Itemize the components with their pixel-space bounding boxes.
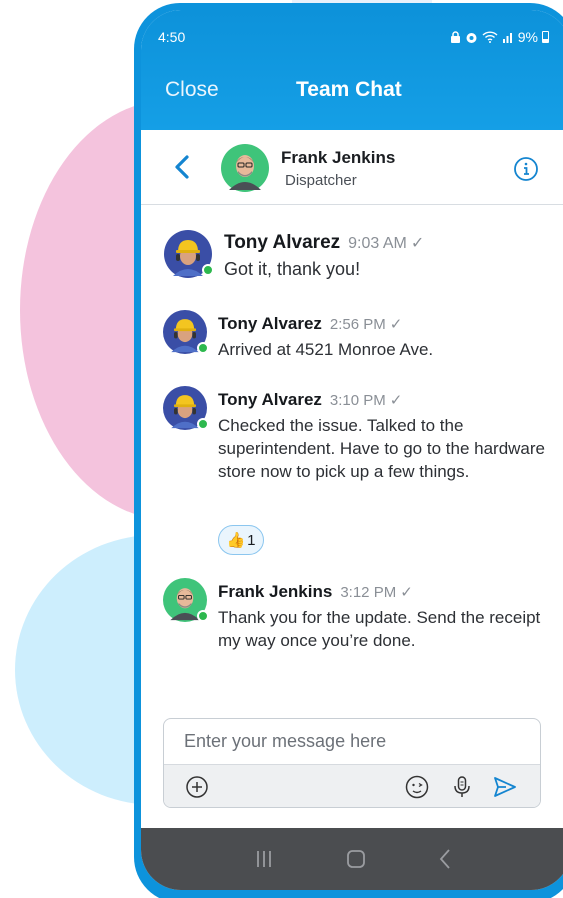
battery-percent: 9% bbox=[517, 29, 538, 45]
message-sender: Frank Jenkins bbox=[218, 582, 333, 601]
message-text: Checked the issue. Talked to the superin… bbox=[218, 416, 545, 481]
online-status-dot bbox=[197, 418, 209, 430]
thumbs-up-icon: 👍 bbox=[226, 532, 246, 549]
checkmark-icon: ✓ bbox=[389, 316, 403, 333]
alarm-icon bbox=[466, 32, 477, 43]
message-header: Tony Alvarez 3:10 PM ✓ bbox=[218, 390, 402, 410]
message-header: Tony Alvarez 2:56 PM ✓ bbox=[218, 314, 402, 334]
contact-bar: Frank Jenkins Dispatcher bbox=[141, 130, 563, 205]
message-time: 9:03 AM bbox=[348, 235, 407, 252]
battery-icon bbox=[542, 31, 549, 43]
app-header: 4:50 9% Close Team Chat bbox=[141, 10, 563, 130]
contact-name: Frank Jenkins bbox=[281, 148, 396, 167]
message-input[interactable] bbox=[164, 719, 540, 764]
message-header: Frank Jenkins 3:12 PM ✓ bbox=[218, 582, 413, 602]
system-navigation-bar bbox=[141, 828, 563, 890]
signal-icon bbox=[502, 33, 512, 43]
chevron-left-icon[interactable] bbox=[171, 152, 193, 182]
contact-avatar[interactable] bbox=[221, 144, 269, 192]
contact-role: Dispatcher bbox=[285, 172, 357, 189]
status-bar: 4:50 9% bbox=[158, 29, 549, 49]
status-time: 4:50 bbox=[158, 29, 186, 45]
message-sender: Tony Alvarez bbox=[218, 390, 322, 409]
composer-toolbar bbox=[164, 764, 540, 807]
reaction-badge[interactable]: 👍 1 bbox=[218, 525, 264, 555]
microphone-icon[interactable] bbox=[449, 774, 475, 800]
status-icons: 9% bbox=[450, 29, 549, 45]
message-composer bbox=[163, 718, 541, 808]
send-icon[interactable] bbox=[492, 774, 518, 800]
message-time: 2:56 PM bbox=[329, 316, 386, 333]
checkmark-icon: ✓ bbox=[389, 392, 403, 409]
phone-screen: 4:50 9% Close Team Chat Frank Jenkins Di… bbox=[141, 10, 563, 890]
home-icon[interactable] bbox=[343, 846, 369, 872]
checkmark-icon: ✓ bbox=[410, 235, 425, 252]
message-sender: Tony Alvarez bbox=[218, 314, 322, 333]
info-icon[interactable] bbox=[513, 156, 539, 182]
back-icon[interactable] bbox=[433, 846, 459, 872]
message-text: Got it, thank you! bbox=[224, 259, 361, 279]
lock-icon bbox=[450, 31, 460, 43]
header-title: Team Chat bbox=[296, 78, 402, 101]
close-button[interactable]: Close bbox=[165, 78, 219, 102]
recents-icon[interactable] bbox=[251, 846, 277, 872]
online-status-dot bbox=[197, 342, 209, 354]
wifi-icon bbox=[482, 31, 498, 43]
message-time: 3:10 PM bbox=[329, 392, 386, 409]
message-sender: Tony Alvarez bbox=[224, 232, 341, 253]
plus-circle-icon[interactable] bbox=[184, 774, 210, 800]
online-status-dot bbox=[202, 264, 214, 276]
reaction-count: 1 bbox=[247, 531, 256, 549]
message-time: 3:12 PM bbox=[340, 584, 397, 601]
message-text: Arrived at 4521 Monroe Ave. bbox=[218, 340, 434, 359]
message-text: Thank you for the update. Send the recei… bbox=[218, 608, 541, 650]
emoji-icon[interactable] bbox=[404, 774, 430, 800]
checkmark-icon: ✓ bbox=[400, 584, 413, 601]
online-status-dot bbox=[197, 610, 209, 622]
message-header: Tony Alvarez 9:03 AM ✓ bbox=[224, 232, 424, 254]
